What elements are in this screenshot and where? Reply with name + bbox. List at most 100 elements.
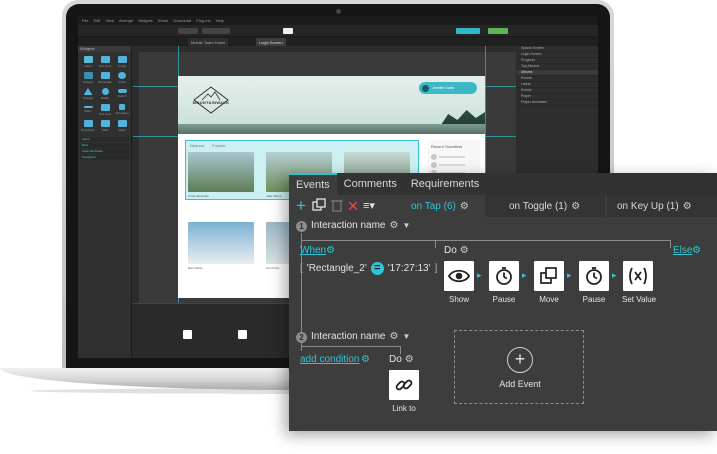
gear-icon[interactable]: ⚙: [390, 331, 399, 342]
menu-item-widgets[interactable]: Widgets: [138, 18, 152, 23]
menu-item-help[interactable]: Help: [216, 18, 224, 23]
mini-action-button[interactable]: [183, 330, 192, 339]
mini-action-button[interactable]: [238, 330, 247, 339]
widget-dropdown[interactable]: Dropdown: [80, 119, 96, 133]
action-show[interactable]: Show: [443, 261, 475, 304]
widget-table[interactable]: Table: [97, 119, 113, 133]
action-pause[interactable]: Pause: [488, 261, 520, 304]
stopwatch-icon[interactable]: [489, 261, 519, 291]
menu-item-file[interactable]: File: [82, 18, 88, 23]
gear-icon[interactable]: ⚙: [361, 354, 370, 365]
else-link[interactable]: Else: [673, 245, 692, 256]
widget-slider[interactable]: Slider: [80, 103, 96, 117]
gear-icon[interactable]: ⚙: [326, 245, 335, 256]
user-chip[interactable]: Jennifer Davis: [419, 82, 477, 94]
action-link-to[interactable]: Link to: [388, 370, 420, 413]
event-tab-on-key-up[interactable]: on Key Up (1) ⚙: [607, 195, 717, 217]
menu-item-edit[interactable]: Edit: [93, 18, 100, 23]
widget-switch[interactable]: Switch: [114, 87, 130, 101]
interaction-name[interactable]: Interaction name ⚙ ▼: [311, 220, 410, 231]
widget-circle[interactable]: Circle: [114, 71, 130, 85]
screen-item[interactable]: Player Animated: [517, 100, 598, 106]
set-value-icon[interactable]: [623, 261, 653, 291]
duplicate-icon[interactable]: [311, 198, 327, 214]
widget-image[interactable]: Image: [114, 55, 130, 69]
action-pause[interactable]: Pause: [578, 261, 610, 304]
menu-item-view[interactable]: View: [105, 18, 114, 23]
link-icon[interactable]: [389, 370, 419, 400]
gear-icon[interactable]: ⚙: [460, 201, 469, 212]
do-text: Do: [389, 354, 402, 365]
widget-checkbox[interactable]: Checkbox: [114, 103, 130, 117]
site-tab-popular[interactable]: Popular: [212, 143, 226, 148]
add-icon[interactable]: +: [293, 197, 309, 214]
move-layers-icon[interactable]: [534, 261, 564, 291]
avatar: [431, 162, 437, 168]
tab-comments[interactable]: Comments: [337, 173, 404, 195]
action-label: Pause: [492, 295, 516, 304]
action-set-value[interactable]: Set Value: [622, 261, 656, 304]
stopwatch-icon[interactable]: [579, 261, 609, 291]
widget-triangle[interactable]: Triangle: [80, 87, 96, 101]
tab-requirements[interactable]: Requirements: [404, 173, 486, 195]
library-item-alerts[interactable]: Alerts: [80, 137, 129, 142]
add-condition-link[interactable]: add condition: [300, 354, 360, 365]
toolbar-share-button[interactable]: [456, 28, 480, 34]
app-menu-bar: File Edit View Arrange Widgets Share Dow…: [78, 16, 598, 25]
menu-item-plugins[interactable]: Plug-ins: [196, 18, 210, 23]
widget-video[interactable]: Video: [114, 119, 130, 133]
gear-icon[interactable]: ⚙: [683, 201, 692, 212]
menu-item-arrange[interactable]: Arrange: [119, 18, 133, 23]
chevron-down-icon[interactable]: ▼: [402, 221, 410, 230]
toolbar-size-select[interactable]: [202, 28, 230, 34]
widget-name: Dropdown: [81, 128, 95, 132]
menu-item-share[interactable]: Share: [158, 18, 169, 23]
photo-card[interactable]: [188, 222, 254, 264]
condition-expression[interactable]: [ 'Rectangle_2' = '17:27:13' ]: [300, 260, 437, 276]
menu-item-download[interactable]: Download: [173, 18, 191, 23]
list-item[interactable]: [428, 161, 480, 169]
do-label: Do ⚙: [389, 354, 414, 365]
gear-icon[interactable]: ⚙: [460, 245, 469, 256]
sort-menu-icon[interactable]: ≡▾: [361, 198, 377, 214]
delete-disabled-icon[interactable]: [329, 198, 345, 214]
tab-events[interactable]: Events: [289, 173, 337, 195]
add-event-button[interactable]: + Add Event: [454, 330, 584, 404]
gear-icon[interactable]: ⚙: [405, 354, 414, 365]
video-icon: [117, 120, 127, 127]
plus-circle-icon[interactable]: +: [507, 347, 533, 373]
gear-icon[interactable]: ⚙: [390, 220, 399, 231]
library-item-calendar[interactable]: Calendar/Dates: [80, 149, 129, 154]
widget-rectangle[interactable]: Rectangle: [97, 71, 113, 85]
page-tab-home[interactable]: Mobile Team Home: [188, 38, 229, 46]
library-item-navigation[interactable]: Navigation: [80, 155, 129, 160]
list-item[interactable]: [428, 153, 480, 161]
site-tab-nearest[interactable]: Nearest: [190, 143, 204, 148]
event-tab-on-tap[interactable]: on Tap (6) ⚙: [401, 195, 479, 217]
event-tab-on-toggle[interactable]: on Toggle (1) ⚙: [485, 195, 605, 217]
widget-radio[interactable]: Radio: [97, 87, 113, 101]
page-tab-login[interactable]: Login Screen: [256, 38, 286, 46]
toolbar-simulate-button[interactable]: [488, 28, 508, 34]
equals-operator-icon[interactable]: =: [370, 261, 384, 275]
gear-icon[interactable]: ⚙: [571, 201, 580, 212]
widget-label[interactable]: Label: [80, 55, 96, 69]
widget-hotspot[interactable]: Hotspot: [80, 71, 96, 85]
toolbar-font-select[interactable]: [178, 28, 198, 34]
toolbar-color-swatch[interactable]: [283, 28, 293, 34]
widget-name: Circle: [118, 80, 126, 84]
gear-icon[interactable]: ⚙: [692, 245, 701, 256]
action-move[interactable]: Move: [533, 261, 565, 304]
library-item-bars[interactable]: Bars: [80, 143, 129, 148]
when-link[interactable]: When: [300, 245, 326, 256]
widget-text-area[interactable]: Text Area: [97, 103, 113, 117]
camera-dot: [336, 9, 341, 14]
page-tabs-bar: Mobile Team Home Login Screen: [78, 37, 598, 46]
eye-icon[interactable]: [444, 261, 474, 291]
close-icon[interactable]: ✕: [345, 198, 361, 214]
interaction-name[interactable]: Interaction name ⚙ ▼: [311, 331, 410, 342]
widget-text-input[interactable]: Text Input: [97, 55, 113, 69]
site-tabs: Nearest Popular: [190, 143, 226, 148]
photo-card[interactable]: [188, 152, 254, 192]
chevron-down-icon[interactable]: ▼: [402, 332, 410, 341]
